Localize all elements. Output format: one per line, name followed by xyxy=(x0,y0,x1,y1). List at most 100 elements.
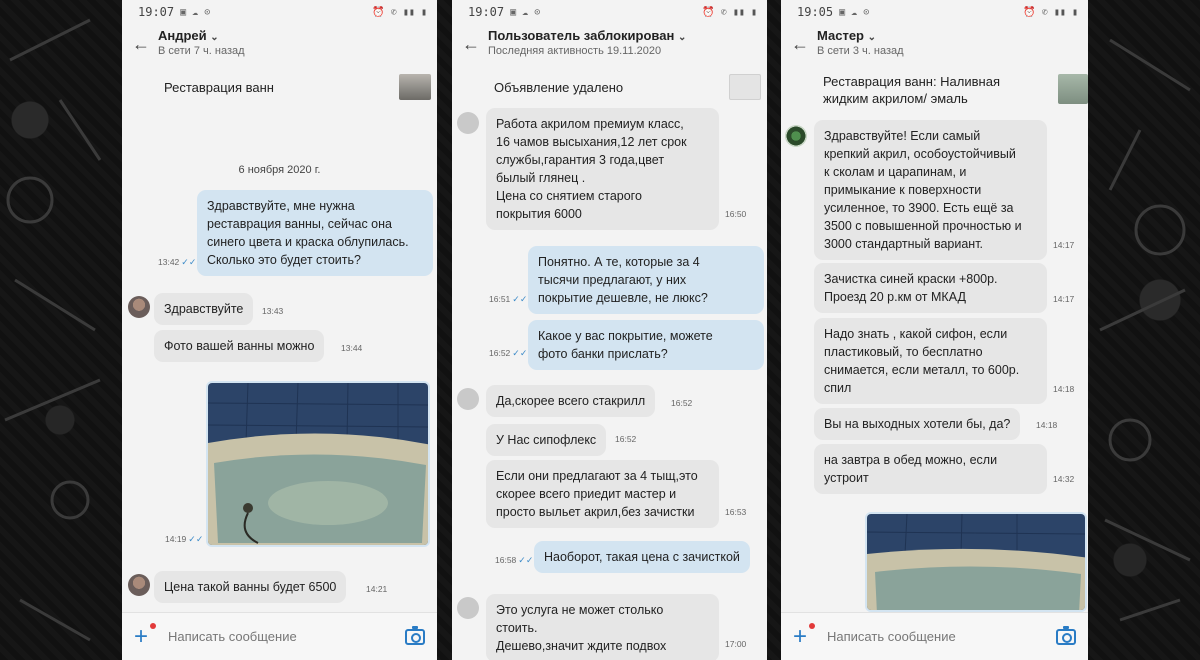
message-time: 17:00 xyxy=(725,639,747,649)
status-time: 19:07 xyxy=(468,5,505,19)
message-bubble[interactable]: Надо знать , какой сифон, если пластиков… xyxy=(814,318,1047,404)
ad-title: Объявление удалено xyxy=(494,79,624,95)
status-time: 19:05 xyxy=(797,5,834,19)
contact-name-row[interactable]: Андрей ⌄ xyxy=(158,28,245,43)
chevron-down-icon: ⌄ xyxy=(210,32,219,43)
decorative-background-right xyxy=(1090,0,1200,660)
chat-header: ← Мастер ⌄ В сети 3 ч. назад xyxy=(781,24,1088,70)
camera-icon[interactable] xyxy=(1056,625,1076,645)
avatar[interactable] xyxy=(457,388,479,410)
message-bubble[interactable]: Если они предлагают за 4 тыщ,это скорее … xyxy=(486,460,719,528)
read-checkmarks-icon: ✓✓ xyxy=(188,534,204,544)
plus-icon[interactable]: + xyxy=(793,622,819,648)
ad-thumbnail xyxy=(399,74,431,100)
back-arrow-icon[interactable]: ← xyxy=(791,28,817,55)
message-bubble[interactable]: Наоборот, такая цена с зачисткой xyxy=(534,541,750,573)
message-bubble[interactable]: Какое у вас покрытие, можете фото банки … xyxy=(528,320,764,370)
ad-link[interactable]: Реставрация ванн xyxy=(122,70,437,104)
avatar[interactable] xyxy=(128,296,150,318)
message-time: 14:17 xyxy=(1053,294,1075,304)
avatar[interactable] xyxy=(457,112,479,134)
status-bar: 19:05 ▣ ☁ ⊙ ⏰ ✆ ▮▮ ▮ xyxy=(781,0,1088,24)
message-bubble[interactable]: Цена такой ванны будет 6500 xyxy=(154,571,347,603)
chat-screen-andrey: 19:07 ▣ ☁ ⊙ ⏰ ✆ ▮▮ ▮ ← Андрей ⌄ В сети 7… xyxy=(122,0,437,660)
status-bar: 19:07 ▣ ☁ ⊙ ⏰ ✆ ▮▮ ▮ xyxy=(452,0,767,24)
bathtub-photo[interactable] xyxy=(206,381,430,547)
message-bubble[interactable]: Фото вашей ванны можно xyxy=(154,330,325,362)
message-bubble[interactable]: на завтра в обед можно, если устроит xyxy=(814,444,1047,494)
message-time: 16:58 ✓✓ xyxy=(495,555,533,566)
message-list[interactable]: Здравствуйте! Если самый крепкий акрил, … xyxy=(781,110,1088,612)
avatar[interactable] xyxy=(785,125,807,147)
bathtub-image xyxy=(867,514,1085,610)
chevron-down-icon: ⌄ xyxy=(677,32,687,43)
notification-dot xyxy=(150,622,156,629)
time-text: 16:52 xyxy=(489,348,511,358)
date-separator: 6 ноября 2020 г. xyxy=(238,164,321,176)
message-time: 16:51 ✓✓ xyxy=(489,294,527,305)
message-bubble[interactable]: Да,скорее всего стакрилл xyxy=(486,385,656,417)
message-time: 13:42 ✓✓ xyxy=(158,257,196,268)
message-time: 16:53 xyxy=(725,507,747,517)
contact-name: Андрей xyxy=(158,28,207,43)
camera-icon[interactable] xyxy=(405,625,425,645)
message-time: 16:52 xyxy=(671,398,693,408)
chevron-down-icon: ⌄ xyxy=(867,32,877,43)
back-arrow-icon[interactable]: ← xyxy=(462,28,488,55)
message-input[interactable]: Написать сообщение xyxy=(168,629,297,644)
notification-icons: ▣ ☁ ⊙ xyxy=(839,6,870,18)
message-composer: + Написать сообщение xyxy=(781,612,1088,660)
notification-icons: ▣ ☁ ⊙ xyxy=(510,6,541,18)
message-bubble[interactable]: Зачистка синей краски +800р. Проезд 20 р… xyxy=(814,263,1047,313)
ad-thumbnail xyxy=(729,74,761,100)
avatar[interactable] xyxy=(457,597,479,619)
time-text: 16:51 xyxy=(489,294,511,304)
message-bubble[interactable]: Здравствуйте! Если самый крепкий акрил, … xyxy=(814,120,1047,260)
back-arrow-icon[interactable]: ← xyxy=(132,28,158,55)
message-time: 16:52 xyxy=(615,434,637,444)
decorative-background-left xyxy=(0,0,110,660)
read-checkmarks-icon: ✓✓ xyxy=(181,257,197,267)
read-checkmarks-icon: ✓✓ xyxy=(518,555,534,565)
plus-icon[interactable]: + xyxy=(134,622,160,648)
read-checkmarks-icon: ✓✓ xyxy=(512,294,528,304)
ad-thumbnail xyxy=(1058,74,1088,104)
message-time: 14:17 xyxy=(1053,240,1075,250)
contact-name: Пользователь заблокирован xyxy=(488,28,675,43)
tools-pattern-icon xyxy=(4,18,102,642)
contact-name-row[interactable]: Пользователь заблокирован ⌄ xyxy=(488,28,686,43)
time-text: 16:58 xyxy=(495,555,517,565)
message-input[interactable]: Написать сообщение xyxy=(827,629,956,644)
message-bubble[interactable]: Понятно. А те, которые за 4 тысячи предл… xyxy=(528,246,764,314)
ad-link[interactable]: Реставрация ванн: Наливная жидким акрило… xyxy=(781,70,1088,110)
chat-header: ← Пользователь заблокирован ⌄ Последняя … xyxy=(452,24,767,70)
message-bubble[interactable]: Работа акрилом премиум класс, 16 чамов в… xyxy=(486,108,719,230)
contact-status: Последняя активность 19.11.2020 xyxy=(488,45,662,57)
system-icons: ⏰ ✆ ▮▮ ▮ xyxy=(1023,6,1078,18)
avatar[interactable] xyxy=(128,574,150,596)
contact-name-row[interactable]: Мастер ⌄ xyxy=(817,28,904,43)
message-bubble[interactable]: Это услуга не может столько стоить. Деше… xyxy=(486,594,719,660)
message-list[interactable]: 6 ноября 2020 г. Здравствуйте, мне нужна… xyxy=(122,110,437,610)
ad-link[interactable]: Объявление удалено xyxy=(452,70,767,104)
time-text: 14:19 xyxy=(165,534,187,544)
message-time: 13:44 xyxy=(341,343,363,353)
message-time: 14:19 ✓✓ xyxy=(165,534,203,545)
chat-screen-master: 19:05 ▣ ☁ ⊙ ⏰ ✆ ▮▮ ▮ ← Мастер ⌄ В сети 3… xyxy=(781,0,1088,660)
message-time: 14:18 xyxy=(1053,384,1075,394)
message-list[interactable]: Работа акрилом премиум класс, 16 чамов в… xyxy=(452,108,767,660)
message-bubble[interactable]: Вы на выходных хотели бы, да? xyxy=(814,408,1021,440)
message-time: 16:50 xyxy=(725,209,747,219)
contact-status: В сети 7 ч. назад xyxy=(158,45,245,57)
notification-dot xyxy=(809,622,815,629)
status-bar: 19:07 ▣ ☁ ⊙ ⏰ ✆ ▮▮ ▮ xyxy=(122,0,437,24)
bathtub-photo[interactable] xyxy=(865,512,1087,612)
message-time: 14:21 xyxy=(366,584,388,594)
message-bubble[interactable]: Здравствуйте xyxy=(154,293,254,325)
status-time: 19:07 xyxy=(138,5,175,19)
message-time: 14:18 xyxy=(1036,420,1058,430)
message-bubble[interactable]: У Нас сипофлекс xyxy=(486,424,607,456)
message-bubble[interactable]: Здравствуйте, мне нужна реставрация ванн… xyxy=(197,190,433,276)
message-time: 14:32 xyxy=(1053,474,1075,484)
read-checkmarks-icon: ✓✓ xyxy=(512,348,528,358)
